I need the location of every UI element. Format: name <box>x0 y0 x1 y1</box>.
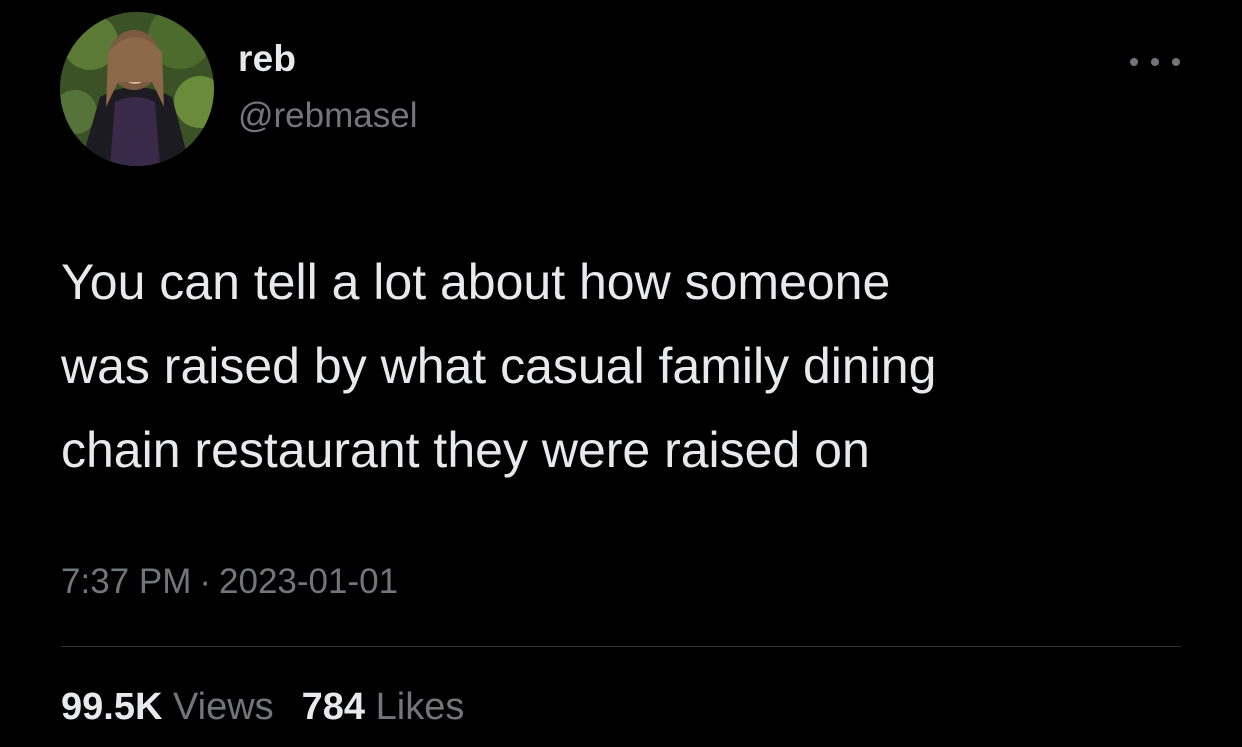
tweet-timestamp[interactable]: 7:37 PM · 2023-01-01 <box>61 562 398 602</box>
likes-count: 784 <box>301 686 366 728</box>
tweet-stats: 99.5K Views 784 Likes <box>61 686 464 729</box>
divider <box>61 646 1181 647</box>
tweet-date: 2023-01-01 <box>219 562 399 601</box>
timestamp-separator: · <box>199 562 212 601</box>
tweet-time: 7:37 PM <box>61 562 192 601</box>
tweet-text: You can tell a lot about how someone was… <box>61 240 1201 492</box>
tweet-text-line: You can tell a lot about how someone <box>61 254 891 310</box>
views-label: Views <box>172 686 274 728</box>
profile-photo-icon <box>60 12 214 166</box>
author-handle[interactable]: @rebmasel <box>238 96 417 136</box>
tweet-card: reb @rebmasel You can tell a lot about h… <box>0 0 1242 747</box>
likes-stat[interactable]: 784 Likes <box>302 686 465 728</box>
views-stat[interactable]: 99.5K Views <box>61 686 274 728</box>
likes-label: Likes <box>375 686 465 728</box>
views-count: 99.5K <box>61 686 163 728</box>
avatar[interactable] <box>60 12 214 166</box>
tweet-text-line: was raised by what casual family dining <box>61 338 937 394</box>
tweet-text-line: chain restaurant they were raised on <box>61 422 870 478</box>
author-display-name[interactable]: reb <box>238 38 296 80</box>
dot-icon <box>1172 58 1180 66</box>
dot-icon <box>1151 58 1159 66</box>
dot-icon <box>1130 58 1138 66</box>
more-options-icon[interactable] <box>1130 50 1180 74</box>
